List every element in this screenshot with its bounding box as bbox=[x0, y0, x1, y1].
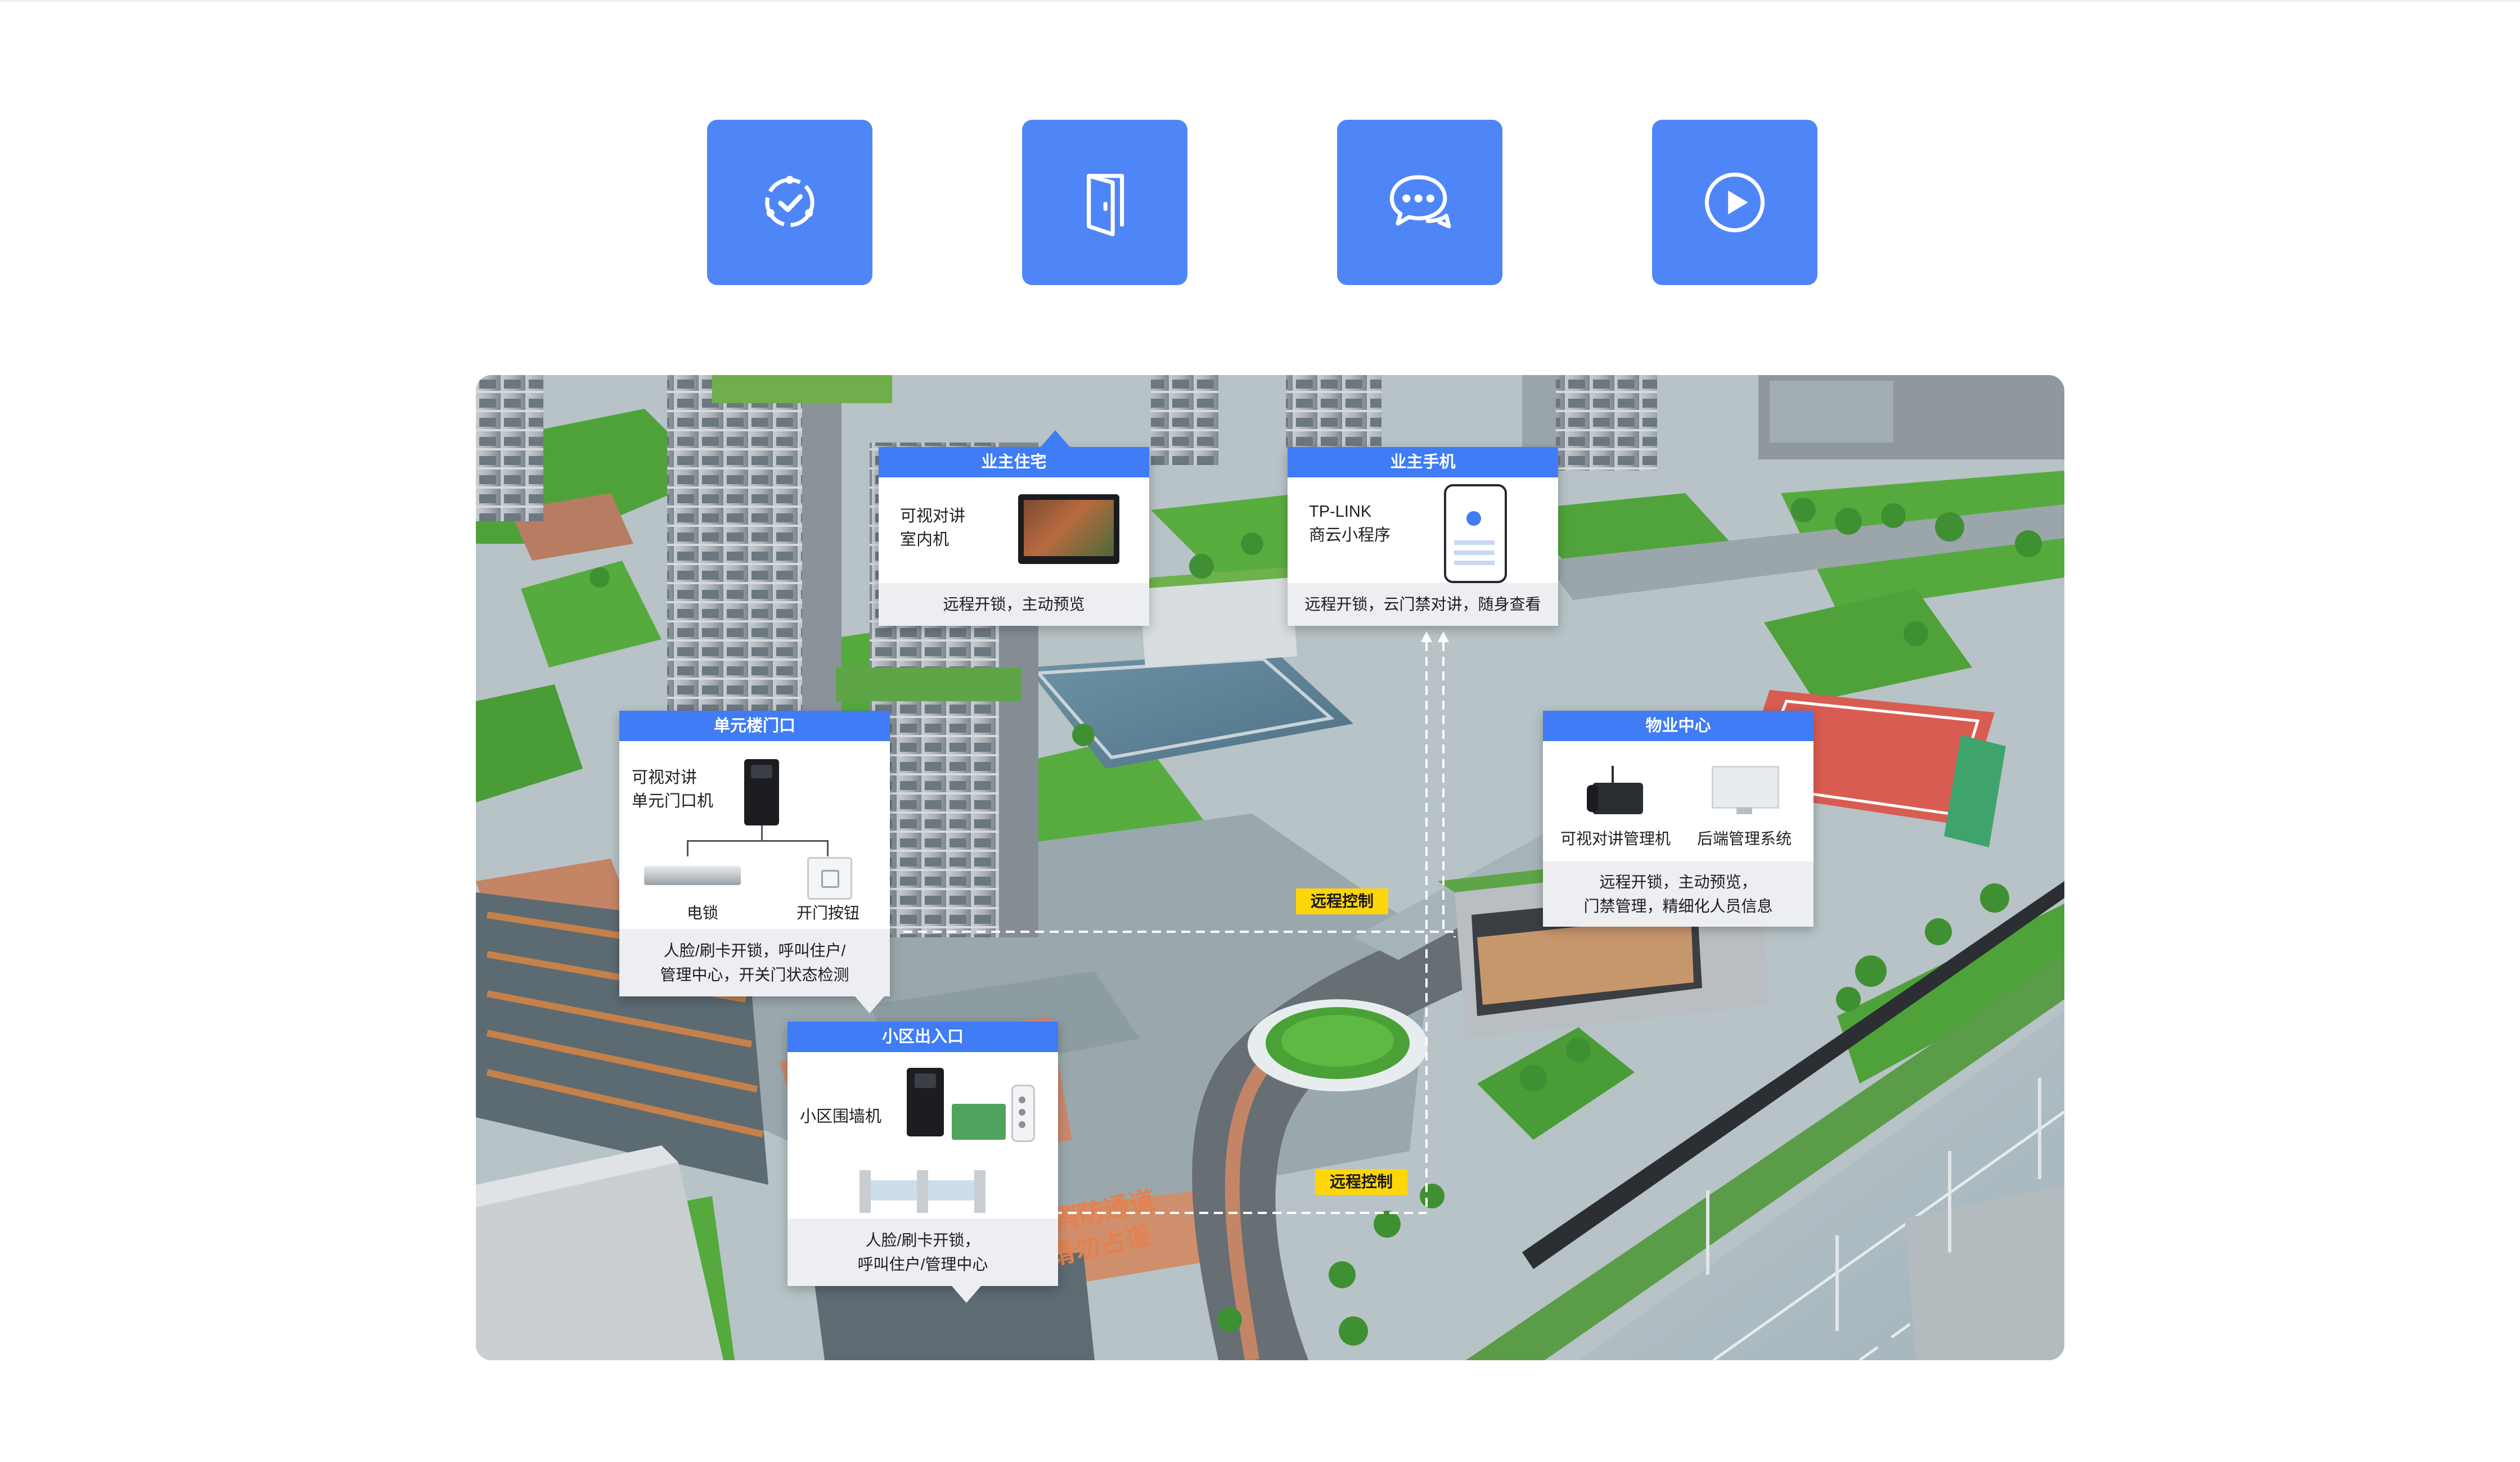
community-gate-pointer bbox=[952, 1286, 981, 1303]
panel-property-center-caption: 远程开锁，主动预览， 门禁管理，精细化人员信息 bbox=[1543, 861, 1814, 927]
panel-community-gate: 小区出入口 小区围墙机 人脸/刷卡开锁， 呼叫住户/管理中心 bbox=[788, 1022, 1058, 1286]
panel-unit-entrance-caption: 人脸/刷卡开锁，呼叫住户/ 管理中心，开关门状态检测 bbox=[619, 929, 890, 996]
owner-home-pointer bbox=[1041, 430, 1070, 447]
controller-board-image bbox=[952, 1104, 1006, 1140]
panel-owner-home-caption: 远程开锁，主动预览 bbox=[879, 583, 1149, 626]
panel-community-gate-body: 小区围墙机 bbox=[788, 1052, 1058, 1219]
smartphone-image bbox=[1444, 484, 1507, 583]
feature-tile-play[interactable] bbox=[1652, 120, 1817, 285]
management-console-image bbox=[1587, 766, 1643, 815]
unit-entrance-pointer bbox=[855, 996, 884, 1013]
door-station-label-2: 单元门口机 bbox=[632, 792, 714, 810]
panel-property-center-body: 可视对讲管理机 后端管理系统 bbox=[1543, 741, 1814, 861]
panel-owner-phone-title: 业主手机 bbox=[1288, 447, 1558, 477]
panel-community-gate-title: 小区出入口 bbox=[788, 1022, 1058, 1052]
panel-property-center: 物业中心 可视对讲管理机 后端管理系统 远程开锁，主动预览， 门禁管理，精细化人… bbox=[1543, 711, 1814, 927]
check-cycle-icon bbox=[765, 175, 814, 227]
panel-owner-phone-body: TP-LINK 商云小程序 bbox=[1288, 477, 1558, 583]
wiring-stem bbox=[761, 825, 763, 841]
door-station-image bbox=[744, 759, 779, 825]
property-center-caption-line-2: 门禁管理，精细化人员信息 bbox=[1583, 897, 1773, 915]
unit-entrance-caption-line-2: 管理中心，开关门状态检测 bbox=[660, 966, 849, 983]
community-scene: 消防通道 请勿占道 业主住宅 可视对讲 室内机 远程开锁，主动预览 业主手机 T… bbox=[476, 375, 2064, 1360]
panel-unit-entrance: 单元楼门口 可视对讲 单元门口机 电锁 开门按钮 人脸/刷卡开锁，呼叫住户/ 管… bbox=[619, 711, 890, 996]
turnstile-gate-image bbox=[860, 1165, 986, 1213]
indoor-unit-label-2: 室内机 bbox=[900, 531, 950, 549]
mini-program-label-1: TP-LINK bbox=[1309, 503, 1372, 521]
exit-button-label: 开门按钮 bbox=[796, 904, 860, 922]
electric-lock-image bbox=[644, 866, 741, 885]
backend-system-image bbox=[1712, 766, 1779, 815]
door-station-label-1: 可视对讲 bbox=[632, 769, 698, 787]
exit-button-image bbox=[807, 857, 852, 900]
panel-owner-phone: 业主手机 TP-LINK 商云小程序 远程开锁，云门禁对讲，随身查看 bbox=[1288, 447, 1558, 626]
panel-unit-entrance-body: 可视对讲 单元门口机 电锁 开门按钮 bbox=[619, 741, 890, 929]
door-icon bbox=[1087, 174, 1124, 237]
backend-system-label: 后端管理系统 bbox=[1696, 830, 1792, 847]
electric-lock-label: 电锁 bbox=[686, 904, 718, 922]
indoor-unit-label-1: 可视对讲 bbox=[900, 507, 966, 525]
mini-program-label-2: 商云小程序 bbox=[1309, 526, 1391, 544]
feature-tile-check[interactable] bbox=[707, 120, 872, 285]
wall-station-image bbox=[907, 1068, 944, 1136]
indoor-monitor-image bbox=[1018, 494, 1119, 564]
unit-entrance-caption-line-1: 人脸/刷卡开锁，呼叫住户/ bbox=[663, 941, 846, 959]
chat-bubble-icon bbox=[1389, 175, 1451, 229]
panel-owner-home-body: 可视对讲 室内机 bbox=[879, 477, 1149, 583]
remote-fob-image bbox=[1011, 1085, 1035, 1142]
community-gate-caption-line-2: 呼叫住户/管理中心 bbox=[857, 1256, 988, 1273]
remote-control-badge-2: 远程控制 bbox=[1315, 1169, 1408, 1195]
top-divider bbox=[0, 0, 2520, 2]
feature-tile-chat[interactable] bbox=[1337, 120, 1502, 285]
management-console-label: 可视对讲管理机 bbox=[1560, 830, 1671, 847]
wiring-lines bbox=[687, 840, 829, 856]
play-icon bbox=[1704, 172, 1765, 233]
panel-owner-home-title: 业主住宅 bbox=[879, 447, 1149, 477]
panel-unit-entrance-title: 单元楼门口 bbox=[619, 711, 890, 741]
feature-tile-door[interactable] bbox=[1022, 120, 1187, 285]
remote-control-badge-1: 远程控制 bbox=[1296, 888, 1389, 914]
wall-station-label: 小区围墙机 bbox=[800, 1108, 882, 1126]
panel-property-center-title: 物业中心 bbox=[1543, 711, 1814, 741]
panel-owner-phone-caption: 远程开锁，云门禁对讲，随身查看 bbox=[1288, 583, 1558, 626]
panel-community-gate-caption: 人脸/刷卡开锁， 呼叫住户/管理中心 bbox=[788, 1219, 1058, 1286]
community-gate-caption-line-1: 人脸/刷卡开锁， bbox=[865, 1231, 980, 1249]
panel-owner-home: 业主住宅 可视对讲 室内机 远程开锁，主动预览 bbox=[879, 447, 1149, 626]
property-center-caption-line-1: 远程开锁，主动预览， bbox=[1599, 873, 1757, 891]
